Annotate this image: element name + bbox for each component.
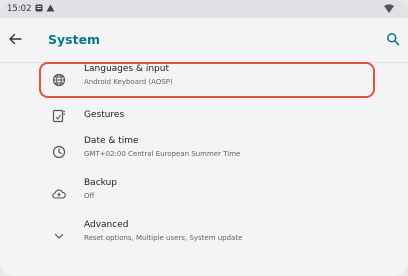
wifi-icon <box>384 4 394 13</box>
setting-title: Advanced <box>84 220 129 230</box>
setting-backup[interactable]: Backup Off <box>36 176 376 212</box>
gestures-icon <box>52 109 65 123</box>
setting-date-time[interactable]: Date & time GMT+02:00 Central European S… <box>36 134 376 170</box>
setting-title: Date & time <box>84 136 139 146</box>
setting-advanced[interactable]: Advanced Reset options, Multiple users, … <box>36 218 376 254</box>
setting-summary: GMT+02:00 Central European Summer Time <box>84 150 241 158</box>
status-time: 15:02 <box>7 4 32 14</box>
notification-icon <box>35 4 43 12</box>
arrow-back-icon[interactable] <box>8 32 22 46</box>
app-bar: System <box>0 18 408 63</box>
status-bar: 15:02 <box>0 0 408 18</box>
setting-gestures[interactable]: Gestures <box>36 98 376 134</box>
page-title: System <box>48 32 101 47</box>
cloud-upload-icon <box>52 189 66 199</box>
clock-icon <box>52 145 66 159</box>
setting-summary: Reset options, Multiple users, System up… <box>84 234 243 242</box>
setting-summary: Off <box>84 192 95 200</box>
device-screen: 15:02 System Languages & input Android K… <box>0 0 408 276</box>
setting-title: Backup <box>84 178 117 188</box>
highlight-outline <box>39 62 375 98</box>
chevron-down-icon <box>54 233 64 239</box>
setting-title: Gestures <box>84 110 125 120</box>
alert-icon <box>46 4 55 12</box>
search-icon[interactable] <box>386 32 400 46</box>
